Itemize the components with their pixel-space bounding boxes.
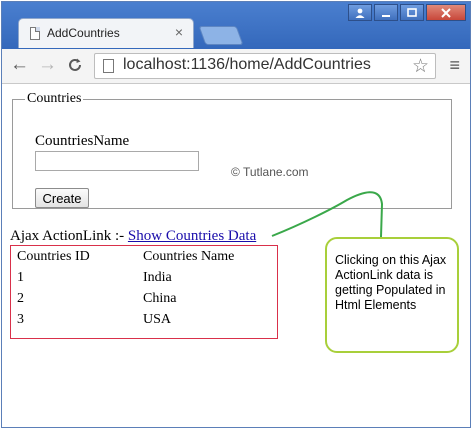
close-window-icon[interactable]	[426, 4, 466, 21]
countries-fieldset: Countries CountriesName Create © Tutlane…	[12, 91, 452, 209]
url-text[interactable]: localhost:1136/home/AddCountries	[123, 56, 371, 74]
maximize-icon[interactable]	[400, 4, 424, 21]
table-row: 2 China	[17, 291, 234, 312]
page-icon	[30, 27, 40, 40]
user-icon[interactable]	[348, 4, 372, 21]
table-row: 1 India	[17, 270, 234, 291]
table-header-row: Countries ID Countries Name	[17, 249, 234, 270]
bookmark-star-icon[interactable]: ☆	[412, 55, 429, 78]
title-bar: AddCountries ×	[2, 2, 470, 49]
countries-name-input[interactable]	[35, 151, 199, 171]
column-header: Countries ID	[17, 249, 90, 264]
ajax-prefix: Ajax ActionLink :-	[10, 228, 128, 244]
fieldset-legend: Countries	[27, 91, 82, 106]
browser-tab[interactable]: AddCountries ×	[18, 18, 194, 48]
address-bar[interactable]: localhost:1136/home/AddCountries ☆	[94, 53, 436, 79]
reload-icon[interactable]	[66, 54, 84, 79]
page-info-icon	[103, 59, 114, 73]
country-name-cell: India	[143, 270, 172, 285]
show-countries-link[interactable]: Show Countries Data	[128, 228, 256, 244]
country-name-cell: USA	[143, 312, 172, 327]
minimize-icon[interactable]	[374, 4, 398, 21]
table-row: 3 USA	[17, 312, 234, 333]
close-tab-icon[interactable]: ×	[175, 24, 183, 40]
create-button[interactable]: Create	[35, 188, 89, 208]
menu-icon[interactable]: ≡	[449, 55, 460, 75]
forward-arrow-icon[interactable]: →	[38, 54, 57, 76]
countries-table: Countries ID Countries Name 1 India 2 Ch…	[10, 245, 278, 339]
tab-title: AddCountries	[47, 26, 120, 40]
ajax-actionlink-line: Ajax ActionLink :- Show Countries Data	[10, 228, 256, 245]
country-id-cell: 1	[17, 270, 24, 285]
country-name-cell: China	[143, 291, 177, 306]
watermark: © Tutlane.com	[231, 165, 309, 179]
annotation-callout: Clicking on this Ajax ActionLink data is…	[325, 237, 459, 353]
country-id-cell: 3	[17, 312, 24, 327]
countries-name-label: CountriesName	[35, 133, 130, 149]
back-arrow-icon[interactable]: ←	[10, 54, 29, 76]
page-content: Countries CountriesName Create © Tutlane…	[2, 84, 470, 427]
browser-window: AddCountries × ← → localhost:1136/home/A…	[1, 1, 471, 428]
browser-toolbar: ← → localhost:1136/home/AddCountries ☆ ≡	[2, 49, 470, 84]
window-controls	[346, 4, 466, 24]
column-header: Countries Name	[143, 249, 235, 264]
new-tab-button[interactable]	[198, 26, 244, 45]
country-id-cell: 2	[17, 291, 24, 306]
